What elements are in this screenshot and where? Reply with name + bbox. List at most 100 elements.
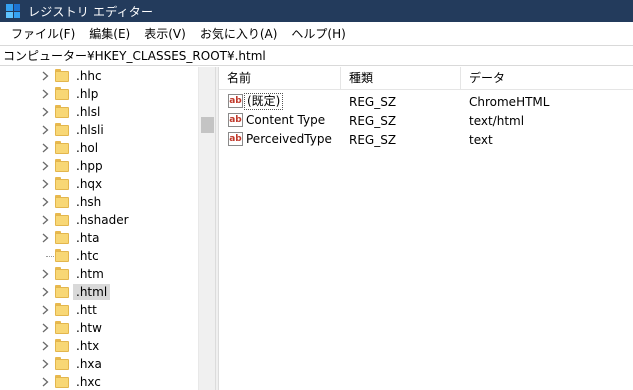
value-name: Content Type <box>246 113 326 127</box>
chevron-right-icon[interactable] <box>40 175 50 193</box>
tree-item-label: .hqx <box>76 177 103 191</box>
menu-view[interactable]: 表示(V) <box>137 23 193 44</box>
folder-icon <box>55 87 69 100</box>
tree-item[interactable]: .htt <box>0 301 198 319</box>
folder-icon <box>55 159 69 172</box>
tree-item-label: .hpp <box>76 159 103 173</box>
tree-item[interactable]: .htm <box>0 265 198 283</box>
tree-item-label: .hxa <box>76 357 102 371</box>
menu-edit[interactable]: 編集(E) <box>82 23 137 44</box>
tree-item[interactable]: .hqx <box>0 175 198 193</box>
column-type[interactable]: 種類 <box>341 67 461 90</box>
chevron-right-icon[interactable] <box>40 355 50 373</box>
tree-item-label: .hta <box>76 231 100 245</box>
tree-item[interactable]: .html <box>0 283 198 301</box>
chevron-right-icon[interactable] <box>40 229 50 247</box>
tree-scrollbar[interactable] <box>198 67 215 390</box>
value-row[interactable]: ab Content Type REG_SZ text/html <box>219 111 633 130</box>
tree-item-label: .hlsli <box>76 123 104 137</box>
chevron-right-icon[interactable] <box>40 283 50 301</box>
chevron-right-icon[interactable] <box>40 265 50 283</box>
value-data: text <box>469 132 493 147</box>
tree-item[interactable]: .hpp <box>0 157 198 175</box>
value-type: REG_SZ <box>349 94 397 109</box>
column-data[interactable]: データ <box>461 67 633 90</box>
tree-item[interactable]: .hhc <box>0 67 198 85</box>
chevron-right-icon[interactable] <box>40 373 50 390</box>
folder-icon <box>55 357 69 370</box>
chevron-right-icon[interactable] <box>40 301 50 319</box>
tree-item-label: .htx <box>76 339 100 353</box>
tree-item[interactable]: .htc <box>0 247 198 265</box>
chevron-right-icon[interactable] <box>40 103 50 121</box>
title-bar: レジストリ エディター <box>0 0 633 22</box>
folder-icon <box>55 123 69 136</box>
tree-item[interactable]: .hlsli <box>0 121 198 139</box>
value-row[interactable]: ab (既定) REG_SZ ChromeHTML <box>219 92 633 111</box>
tree-item-label: .hol <box>76 141 99 155</box>
tree-item[interactable]: .hta <box>0 229 198 247</box>
menu-bar: ファイル(F) 編集(E) 表示(V) お気に入り(A) ヘルプ(H) <box>0 22 633 45</box>
folder-icon <box>55 195 69 208</box>
tree-item-label: .htw <box>76 321 102 335</box>
chevron-right-icon[interactable] <box>40 85 50 103</box>
tree-item-label: .hxc <box>76 375 101 389</box>
tree-connector <box>46 256 54 257</box>
tree-scrollbar-thumb[interactable] <box>201 117 214 133</box>
folder-icon <box>55 375 69 388</box>
chevron-right-icon[interactable] <box>40 139 50 157</box>
folder-icon <box>55 213 69 226</box>
key-tree[interactable]: .hhc .hlp .hlsl .hlsli .hol .hpp .hqx .hsh .hsha… <box>0 67 214 390</box>
folder-icon <box>55 141 69 154</box>
string-value-icon: ab <box>228 113 243 127</box>
tree-item[interactable]: .hxc <box>0 373 198 390</box>
folder-icon <box>55 339 69 352</box>
values-list[interactable]: 名前 種類 データ ab (既定) REG_SZ ChromeHTML ab Conten… <box>219 67 633 390</box>
chevron-right-icon[interactable] <box>40 211 50 229</box>
folder-icon <box>55 177 69 190</box>
tree-item[interactable]: .hshader <box>0 211 198 229</box>
chevron-right-icon[interactable] <box>40 193 50 211</box>
tree-item[interactable]: .htx <box>0 337 198 355</box>
value-data: ChromeHTML <box>469 94 550 109</box>
value-name: (既定) <box>244 93 284 110</box>
folder-icon <box>55 249 69 262</box>
tree-item-label: .htt <box>76 303 97 317</box>
folder-icon <box>55 69 69 82</box>
tree-item[interactable]: .hlp <box>0 85 198 103</box>
tree-item[interactable]: .hol <box>0 139 198 157</box>
tree-item-label: .hlp <box>76 87 99 101</box>
address-bar[interactable]: コンピューター¥HKEY_CLASSES_ROOT¥.html <box>0 45 633 66</box>
tree-item-label: .hlsl <box>76 105 101 119</box>
value-row[interactable]: ab PerceivedType REG_SZ text <box>219 130 633 149</box>
chevron-right-icon[interactable] <box>40 67 50 85</box>
column-name[interactable]: 名前 <box>219 67 341 90</box>
folder-icon <box>55 285 69 298</box>
tree-item-label: .hshader <box>76 213 129 227</box>
chevron-right-icon[interactable] <box>40 121 50 139</box>
tree-item-label: .hhc <box>76 69 102 83</box>
tree-item[interactable]: .htw <box>0 319 198 337</box>
string-value-icon: ab <box>228 132 243 146</box>
folder-icon <box>55 231 69 244</box>
registry-editor-icon <box>6 4 20 18</box>
folder-icon <box>55 303 69 316</box>
value-name: PerceivedType <box>246 132 332 146</box>
tree-item[interactable]: .hsh <box>0 193 198 211</box>
tree-item-label: .htc <box>76 249 99 263</box>
menu-help[interactable]: ヘルプ(H) <box>284 23 352 44</box>
value-type: REG_SZ <box>349 113 397 128</box>
menu-file[interactable]: ファイル(F) <box>4 23 82 44</box>
folder-icon <box>55 321 69 334</box>
chevron-right-icon[interactable] <box>40 337 50 355</box>
chevron-right-icon[interactable] <box>40 157 50 175</box>
tree-item[interactable]: .hlsl <box>0 103 198 121</box>
values-list-header: 名前 種類 データ <box>219 67 633 90</box>
folder-icon <box>55 105 69 118</box>
tree-item[interactable]: .hxa <box>0 355 198 373</box>
menu-favorites[interactable]: お気に入り(A) <box>193 23 285 44</box>
chevron-right-icon[interactable] <box>40 319 50 337</box>
tree-item-label: .html <box>73 284 111 300</box>
folder-icon <box>55 267 69 280</box>
address-path[interactable]: コンピューター¥HKEY_CLASSES_ROOT¥.html <box>3 47 266 64</box>
